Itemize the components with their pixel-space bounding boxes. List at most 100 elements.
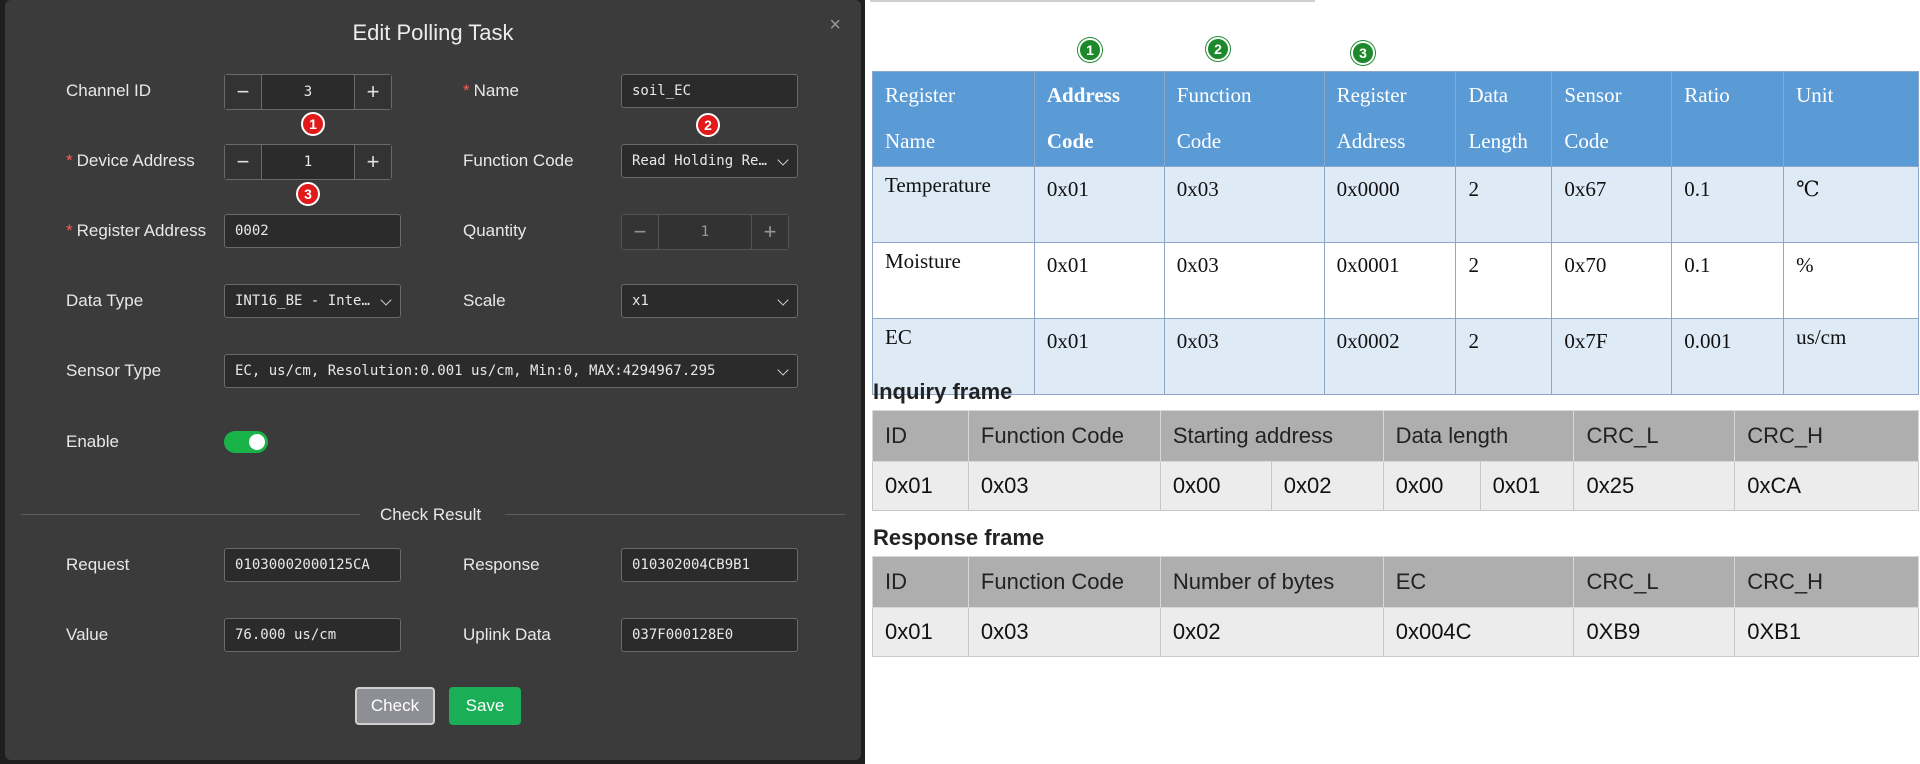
device-address-increment-button[interactable]: + [354, 145, 391, 179]
table-cell: 0x0001 [1323, 242, 1457, 319]
required-mark: * [66, 151, 73, 170]
enable-label: Enable [66, 432, 119, 451]
channel-id-value[interactable]: 3 [262, 75, 354, 109]
table-cell: ID [872, 410, 969, 462]
register-address-label: * Register Address [66, 221, 206, 241]
scale-label: Scale [463, 291, 506, 310]
table-cell: 0XB1 [1734, 607, 1919, 657]
response-field[interactable]: 010302004CB9B1 [621, 548, 798, 582]
sensor-type-label: Sensor Type [66, 361, 162, 380]
annotation-badge-red-2: 2 [696, 113, 720, 137]
table-cell: 0x25 [1573, 461, 1736, 511]
table-cell: Function Code [967, 556, 1161, 608]
inquiry-frame-value-row: 0x01 0x03 0x00 0x02 0x00 0x01 0x25 0xCA [872, 461, 1919, 511]
register-table: Register Name Address Code Function Code Re… [872, 71, 1919, 395]
inquiry-frame-title: Inquiry frame [873, 379, 1013, 404]
device-address-label: * Device Address [66, 151, 195, 171]
annotation-badge-green-3: 3 [1351, 41, 1375, 65]
check-result-title: Check Result [380, 505, 482, 524]
quantity-stepper: − 1 + [621, 214, 789, 250]
response-frame-value-row: 0x01 0x03 0x02 0x004C 0XB9 0XB1 [872, 607, 1919, 657]
response-frame-title: Response frame [873, 525, 1045, 550]
table-cell: 0x67 [1551, 166, 1673, 243]
name-input[interactable]: soil_EC [621, 74, 798, 108]
inquiry-frame-header-row: ID Function Code Starting address Data l… [872, 410, 1919, 462]
response-frame-table: ID Function Code Number of bytes EC CRC_… [872, 556, 1919, 657]
table-cell: us/cm [1783, 318, 1919, 395]
table-cell: 0.1 [1671, 166, 1785, 243]
value-field[interactable]: 76.000 us/cm [224, 618, 401, 652]
table-cell: Temperature [872, 166, 1035, 243]
uplink-data-field[interactable]: 037F000128E0 [621, 618, 798, 652]
table-cell: 0x03 [1163, 242, 1325, 319]
device-address-label-text: Device Address [76, 151, 195, 170]
quantity-value: 1 [700, 224, 710, 240]
channel-id-label: Channel ID [66, 81, 152, 100]
quantity-increment-button: + [751, 215, 788, 249]
uplink-data-label: Uplink Data [463, 625, 551, 644]
check-button[interactable]: Check [355, 687, 435, 725]
request-field[interactable]: 01030002000125CA [224, 548, 401, 582]
table-cell: 2 [1455, 242, 1553, 319]
scale-select[interactable]: x1 [621, 284, 798, 318]
register-address-label-text: Register Address [76, 221, 207, 240]
header-register-name: Register Name [872, 71, 1035, 167]
function-code-label: Function Code [463, 151, 574, 170]
register-address-input[interactable]: 0002 [224, 214, 401, 248]
table-cell: ℃ [1783, 166, 1919, 243]
dialog-title: Edit Polling Task [352, 20, 514, 45]
annotation-badge-red-3: 3 [296, 182, 320, 206]
table-cell: 0x03 [967, 607, 1161, 657]
sensor-type-select[interactable]: EC, us/cm, Resolution:0.001 us/cm, Min:0… [224, 354, 798, 388]
table-cell: 0x7F [1551, 318, 1673, 395]
table-row: Temperature 0x01 0x03 0x0000 2 0x67 0.1 … [872, 166, 1919, 243]
table-cell: 0x01 [872, 461, 969, 511]
response-frame-header-row: ID Function Code Number of bytes EC CRC_… [872, 556, 1919, 608]
channel-id-increment-button[interactable]: + [354, 75, 391, 109]
register-table-header: Register Name Address Code Function Code Re… [872, 71, 1919, 167]
data-type-value: INT16_BE - Integer [235, 293, 387, 309]
table-cell: ID [872, 556, 969, 608]
device-address-decrement-button[interactable]: − [225, 145, 262, 179]
channel-id-stepper[interactable]: − 3 + [224, 74, 392, 110]
header-function-code: Function Code [1163, 71, 1325, 167]
table-cell: 0xCA [1734, 461, 1919, 511]
table-cell: 0XB9 [1573, 607, 1736, 657]
scale-value: x1 [632, 293, 649, 309]
table-cell: 0x03 [1163, 166, 1325, 243]
table-cell: 0x004C [1382, 607, 1575, 657]
divider-right [505, 514, 845, 515]
table-cell: 0x00 [1382, 461, 1481, 511]
close-icon[interactable]: × [829, 14, 841, 37]
table-cell: CRC_L [1573, 556, 1736, 608]
enable-toggle[interactable] [224, 431, 268, 453]
table-cell: Function Code [967, 410, 1161, 462]
chevron-down-icon [777, 294, 789, 306]
header-sensor-code: Sensor Code [1551, 71, 1673, 167]
device-address-value[interactable]: 1 [262, 145, 354, 179]
table-cell: Number of bytes [1159, 556, 1384, 608]
edit-polling-task-dialog: Edit Polling Task × Channel ID − 3 + * Na… [5, 0, 861, 760]
request-label: Request [66, 555, 130, 574]
table-cell: Data length [1382, 410, 1575, 462]
required-mark: * [463, 81, 470, 100]
table-cell: 0x02 [1159, 607, 1384, 657]
table-cell: Starting address [1159, 410, 1384, 462]
table-cell: EC [1382, 556, 1575, 608]
function-code-select[interactable]: Read Holding Registers [621, 144, 798, 178]
device-address-stepper[interactable]: − 1 + [224, 144, 392, 180]
channel-id-decrement-button[interactable]: − [225, 75, 262, 109]
table-cell: % [1783, 242, 1919, 319]
table-cell: 0x70 [1551, 242, 1673, 319]
data-type-select[interactable]: INT16_BE - Integer [224, 284, 401, 318]
annotation-badge-red-1: 1 [301, 112, 325, 136]
table-cell: 0x03 [967, 461, 1161, 511]
top-rule [870, 0, 1315, 2]
data-type-label: Data Type [66, 291, 144, 310]
name-label-text: Name [473, 81, 519, 100]
quantity-decrement-button: − [622, 215, 659, 249]
save-button[interactable]: Save [449, 687, 521, 725]
table-cell: 0x01 [1033, 166, 1165, 243]
table-cell: CRC_H [1734, 556, 1919, 608]
table-cell: CRC_L [1573, 410, 1736, 462]
